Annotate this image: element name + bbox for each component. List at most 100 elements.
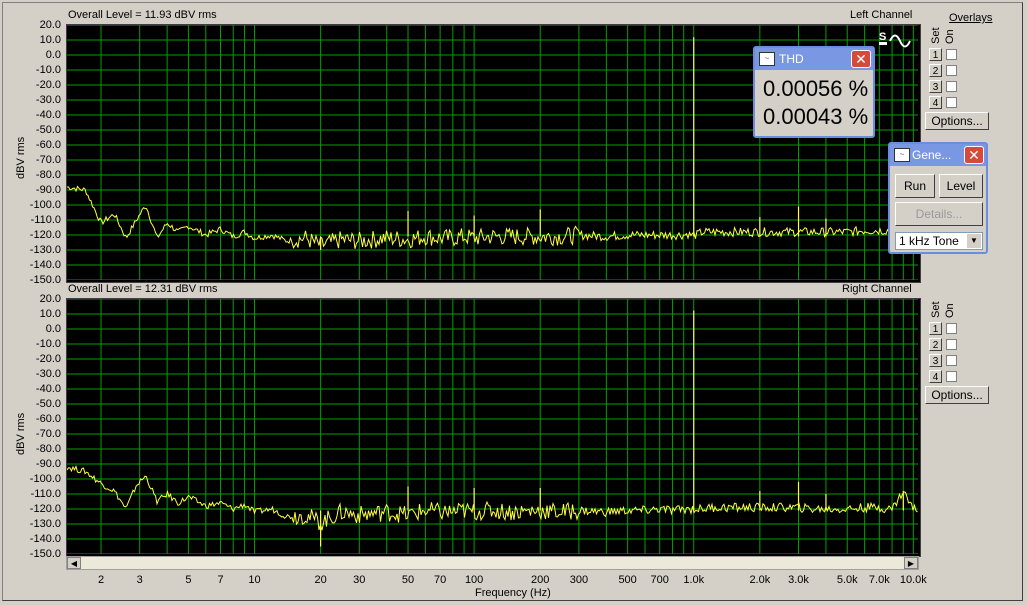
set-label: Set [930,27,942,44]
y-tick-label: -130.0 [29,244,61,256]
y-tick-label: -110.0 [30,488,61,500]
x-tick-label: 3 [136,574,143,586]
overlay-set-button[interactable]: 2 [929,64,942,77]
top-channel-label: Left Channel [850,9,913,21]
y-tick-label: -70.0 [35,428,61,440]
y-tick-label: -30.0 [35,94,61,106]
overlay-set-button[interactable]: 3 [929,80,942,93]
y-tick-label: -10.0 [35,338,61,350]
overlay-on-checkbox[interactable] [946,355,957,366]
thd-title: THD [779,52,804,66]
svg-text:S: S [879,31,886,43]
y-tick-label: -150.0 [29,548,61,560]
on-label-bottom: On [944,303,956,318]
horizontal-scrollbar[interactable]: ◀ ▶ [66,556,919,570]
y-tick-label: -40.0 [35,383,61,395]
y-tick-label: -70.0 [35,154,61,166]
on-label: On [944,29,956,44]
set-label-bottom: Set [930,301,942,318]
spectrum-svg-1 [67,299,918,554]
y-tick-label: -80.0 [35,169,61,181]
close-icon[interactable]: ✕ [964,146,984,164]
x-tick-label: 1.0k [683,574,705,586]
y-tick-label: -150.0 [29,274,61,286]
overlay-set-button[interactable]: 1 [929,48,942,61]
overlay-on-checkbox[interactable] [946,49,957,60]
overlays-title[interactable]: Overlays [949,12,992,24]
y-tick-label: -50.0 [35,124,61,136]
chevron-down-icon[interactable]: ▼ [967,234,981,248]
top-options-button[interactable]: Options... [925,112,989,130]
scroll-left-icon[interactable]: ◀ [67,557,81,569]
scroll-right-icon[interactable]: ▶ [904,557,918,569]
tone-select[interactable]: 1 kHz Tone ▼ [895,232,983,250]
y-tick-label: 10.0 [39,34,61,46]
overlay-set-button[interactable]: 3 [929,354,942,367]
tone-select-value: 1 kHz Tone [899,234,959,248]
x-tick-label: 10 [248,574,261,586]
overlay-on-checkbox[interactable] [946,97,957,108]
x-tick-label: 30 [353,574,366,586]
thd-value-left: 0.00056 % [763,76,869,101]
gen-titlebar[interactable]: ~ Gene... ✕ [890,144,986,166]
x-axis-label: Frequency (Hz) [475,587,551,599]
generator-window[interactable]: ~ Gene... ✕ Run Level Details... 1 kHz T… [888,142,988,254]
x-tick-label: 10.0k [899,574,927,586]
x-tick-label: 2 [97,574,105,586]
overlay-set-button[interactable]: 4 [929,370,942,383]
close-icon[interactable]: ✕ [851,50,871,68]
run-button[interactable]: Run [895,174,935,198]
bottom-options-button[interactable]: Options... [925,386,989,404]
overlay-on-checkbox[interactable] [946,323,957,334]
overlay-on-checkbox[interactable] [946,65,957,76]
y-tick-label: -90.0 [35,184,61,196]
y-tick-label: -20.0 [35,79,61,91]
y-tick-label: -30.0 [35,368,61,380]
x-tick-label: 300 [569,574,589,586]
top-overall-level: Overall Level = 11.93 dBV rms [68,9,217,21]
y-tick-label: -140.0 [29,259,61,271]
y-tick-label: -60.0 [35,413,61,425]
y-tick-label: -10.0 [35,64,61,76]
y-tick-label: -130.0 [29,518,61,530]
y-tick-label: 0.0 [45,323,61,335]
y-tick-label: -50.0 [35,398,61,410]
bottom-overall-level: Overall Level = 12.31 dBV rms [68,283,218,295]
overlay-set-button[interactable]: 4 [929,96,942,109]
y-tick-label: -120.0 [29,229,61,241]
y-tick-label: -140.0 [29,533,61,545]
gen-title: Gene... [912,148,952,162]
generator-icon: ~ [894,148,910,162]
y-tick-label: 20.0 [39,293,61,305]
generator-sine-icon[interactable]: S [878,30,918,52]
y-tick-label: -40.0 [35,109,61,121]
details-button[interactable]: Details... [895,202,983,226]
overlay-set-button[interactable]: 2 [929,338,942,351]
x-tick-label: 20 [314,574,327,586]
y-tick-label: -60.0 [35,139,61,151]
thd-value-right: 0.00043 % [763,104,869,129]
overlay-on-checkbox[interactable] [946,371,957,382]
overlay-set-button[interactable]: 1 [929,322,942,335]
thd-titlebar[interactable]: ~ THD ✕ [755,48,873,70]
level-button[interactable]: Level [939,174,983,198]
y-tick-label: -120.0 [29,503,61,515]
x-tick-label: 200 [531,574,550,586]
x-tick-label: 3.0k [788,574,809,586]
y-tick-label: -80.0 [35,443,61,455]
bottom-spectrum-plot[interactable] [66,298,921,557]
meter-icon: ~ [759,52,775,66]
spectrum-trace [67,185,918,249]
overlay-on-checkbox[interactable] [946,81,957,92]
y-tick-label: -110.0 [30,214,61,226]
y-tick-label: 10.0 [39,308,61,320]
y-tick-label: -20.0 [35,353,61,365]
x-tick-label: 2.0k [749,574,771,586]
overlay-on-checkbox[interactable] [946,339,957,350]
y-tick-label: -100.0 [29,473,61,485]
x-tick-label: 100 [464,574,484,586]
spectrum-trace [67,464,918,531]
thd-window[interactable]: ~ THD ✕ 0.00056 % 0.00043 % [753,46,875,138]
y-tick-label: -100.0 [29,199,61,211]
y-tick-label: -90.0 [35,458,61,470]
